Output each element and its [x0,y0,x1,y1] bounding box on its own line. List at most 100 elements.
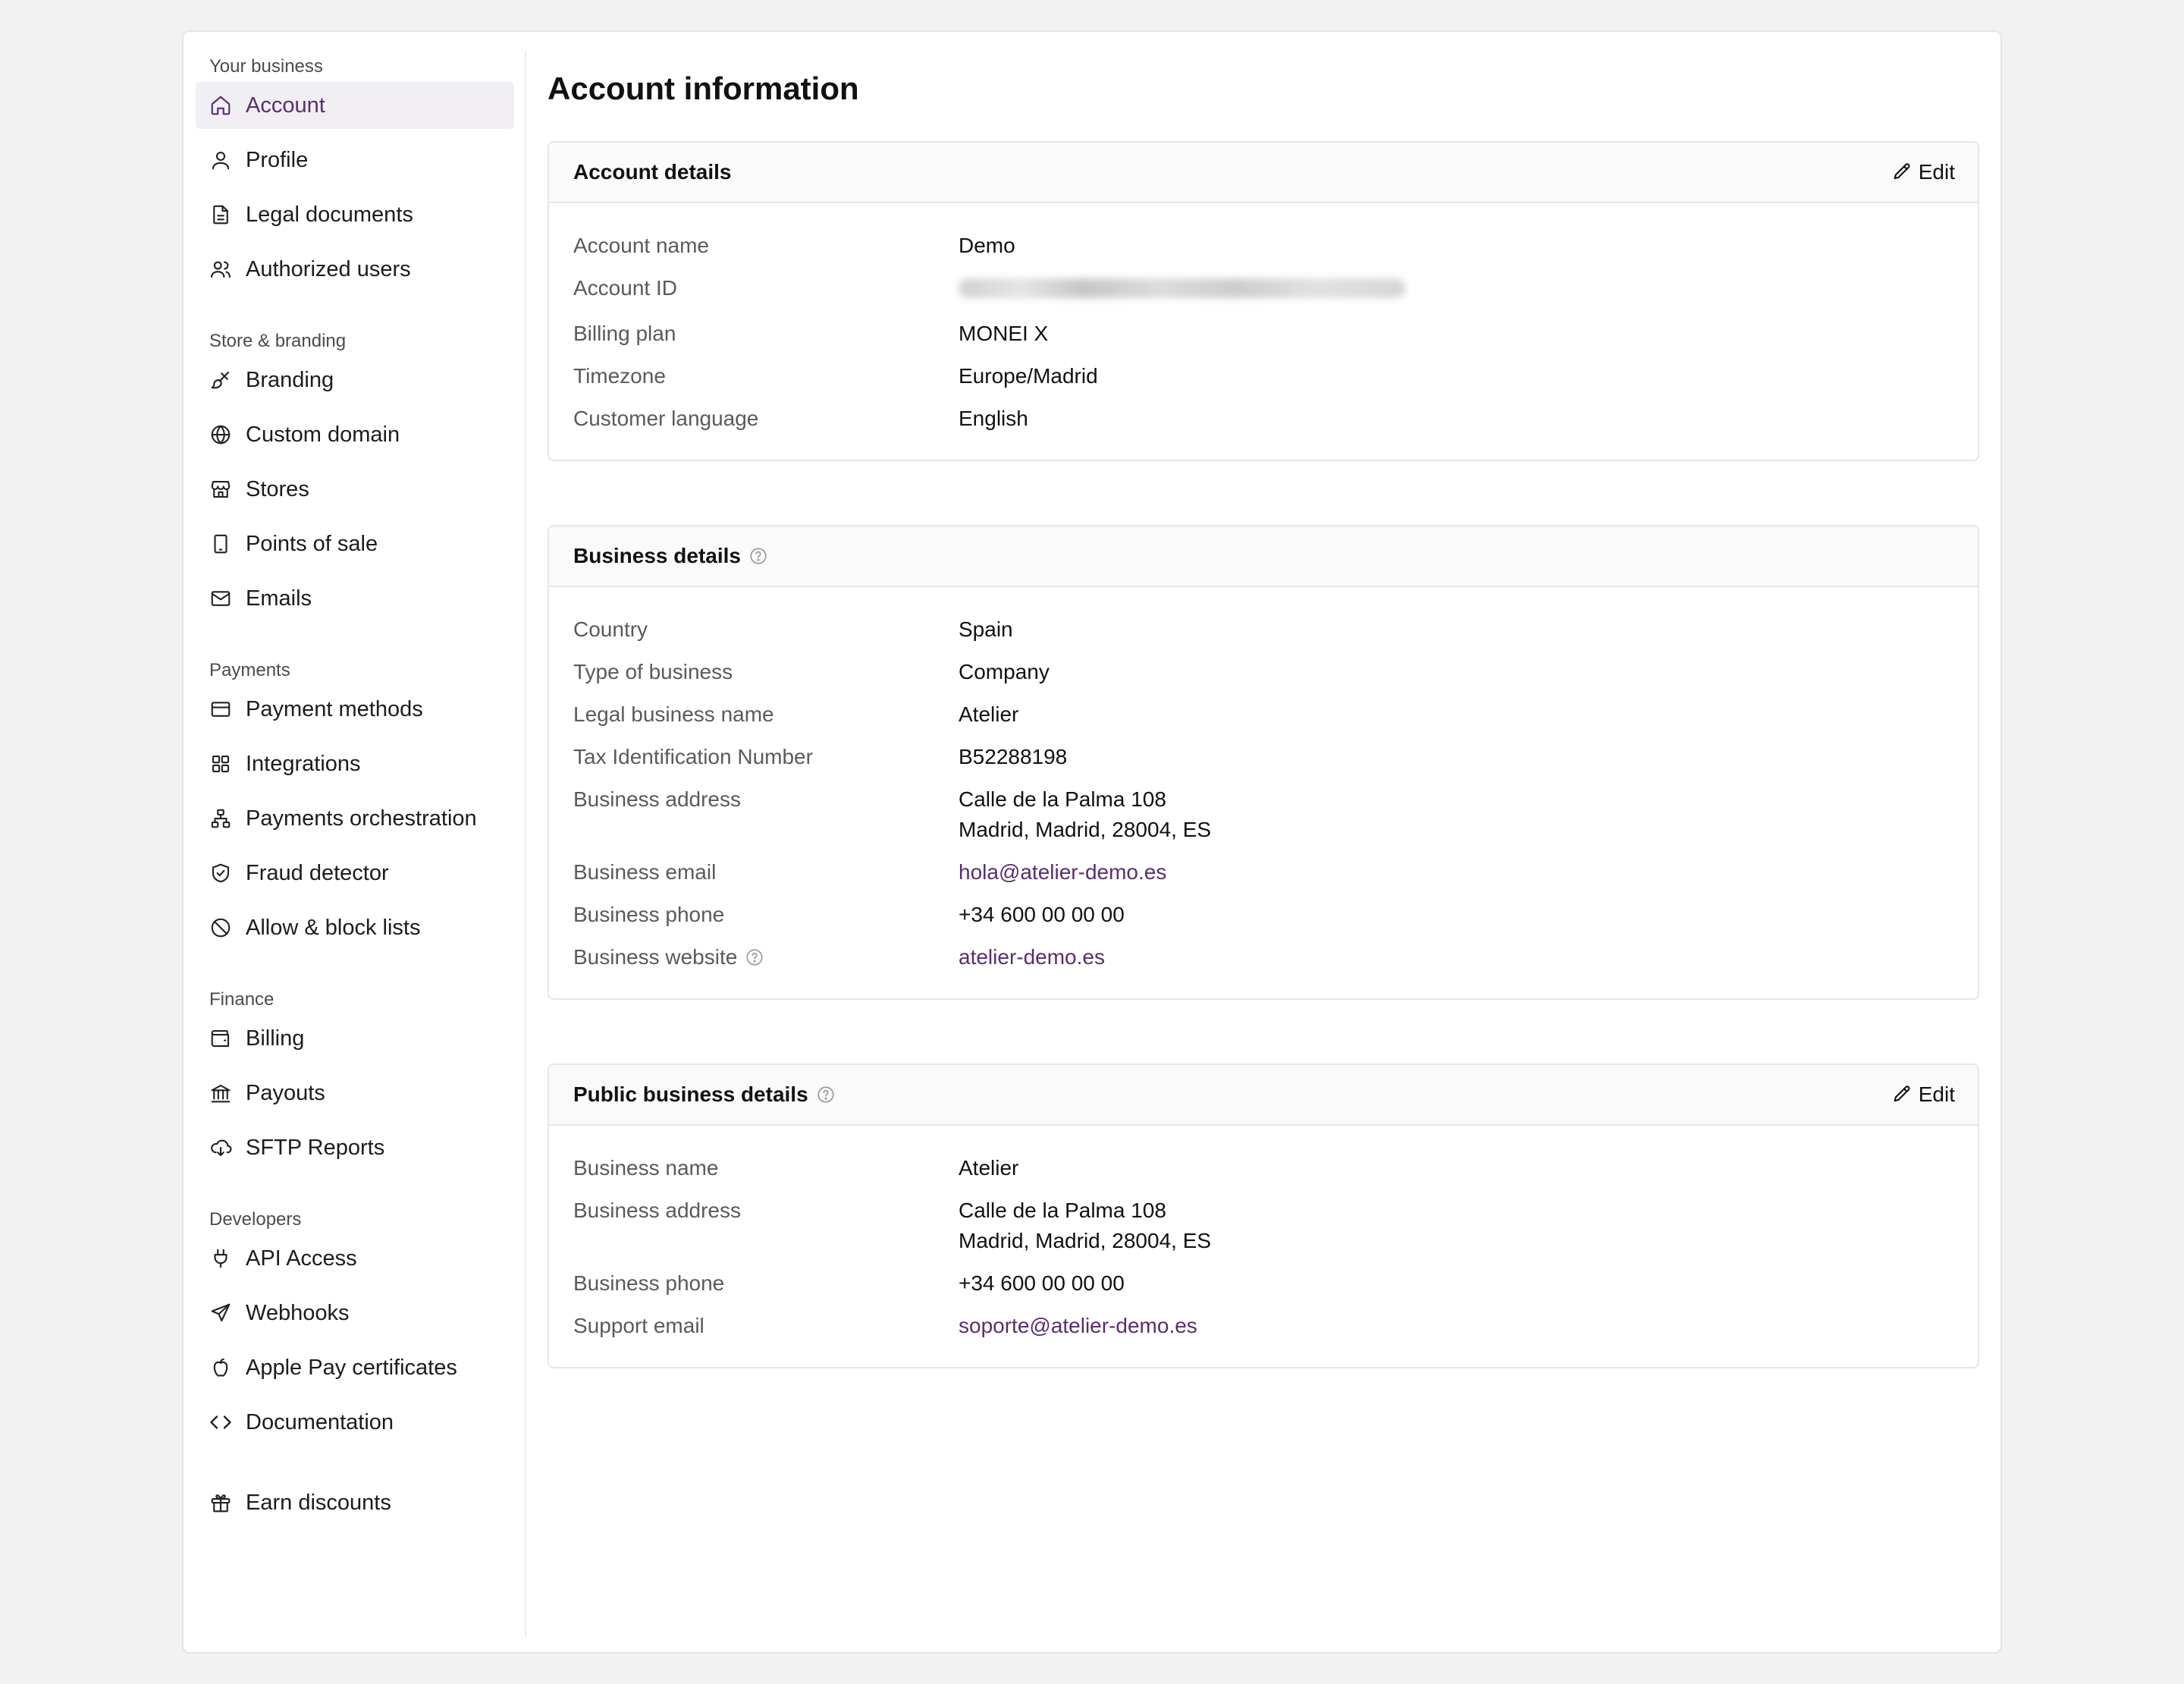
tablet-icon [209,533,232,555]
detail-row: Country Spain [573,614,1953,645]
detail-label: Billing plan [573,322,676,345]
sidebar-item-payouts[interactable]: Payouts [196,1070,514,1117]
detail-row: Timezone Europe/Madrid [573,361,1953,391]
help-circle-icon[interactable] [748,546,768,566]
detail-row: Customer language English [573,404,1953,434]
cloud-download-icon [209,1136,232,1159]
sidebar-item-webhooks[interactable]: Webhooks [196,1290,514,1337]
sidebar-item-label: Stores [246,476,309,501]
detail-row: Type of business Company [573,657,1953,687]
detail-label: Timezone [573,364,666,388]
support-email-link[interactable]: soporte@atelier-demo.es [959,1311,1197,1341]
sidebar-item-custom-domain[interactable]: Custom domain [196,411,514,458]
business-website-link[interactable]: atelier-demo.es [959,942,1105,972]
edit-account-details-button[interactable]: Edit [1891,160,1955,184]
sidebar-item-account[interactable]: Account [196,82,514,129]
sidebar-item-label: Earn discounts [246,1490,391,1515]
detail-label: Type of business [573,660,733,683]
nav-section-finance: Finance Billing Payouts SFTP Reports [196,985,514,1171]
detail-label: Account name [573,234,709,257]
page-title: Account information [548,71,859,106]
grid-icon [209,752,232,775]
nav-section-store-branding: Store & branding Branding Custom domain … [196,326,514,622]
sidebar-item-api-access[interactable]: API Access [196,1235,514,1282]
sidebar-item-label: SFTP Reports [246,1135,385,1160]
detail-label: Business website [573,942,959,972]
detail-value: Spain [959,617,1013,641]
help-circle-icon[interactable] [745,947,764,967]
sidebar-item-emails[interactable]: Emails [196,575,514,622]
send-icon [209,1302,232,1324]
nav-heading: Your business [209,56,323,77]
nav-section-footer: Earn discounts [196,1479,514,1526]
sidebar-item-label: API Access [246,1246,357,1271]
sidebar-item-billing[interactable]: Billing [196,1015,514,1062]
sidebar-item-label: Payments orchestration [246,806,477,831]
business-email-link[interactable]: hola@atelier-demo.es [959,857,1166,888]
bank-icon [209,1082,232,1104]
sidebar-item-payment-methods[interactable]: Payment methods [196,686,514,733]
sidebar-item-apple-pay-certificates[interactable]: Apple Pay certificates [196,1344,514,1391]
detail-row: Business name Atelier [573,1153,1953,1183]
sidebar-item-label: Authorized users [246,256,411,281]
card-header: Public business details Edit [549,1065,1978,1126]
detail-value: +34 600 00 00 00 [959,1271,1125,1295]
detail-value: Atelier [959,702,1019,726]
card-title: Account details [573,160,732,184]
detail-label: Country [573,617,648,641]
detail-label: Business phone [573,1271,725,1295]
card-title-text: Public business details [573,1082,808,1106]
store-icon [209,478,232,501]
detail-value: +34 600 00 00 00 [959,903,1125,926]
card-title-text: Business details [573,544,741,567]
detail-row: Business website atelier-demo.es [573,942,1953,972]
sidebar-item-documentation[interactable]: Documentation [196,1399,514,1446]
sidebar-item-fraud-detector[interactable]: Fraud detector [196,850,514,897]
detail-value: B52288198 [959,745,1068,768]
nav-section-payments: Payments Payment methods Integrations Pa… [196,655,514,951]
detail-label: Support email [573,1314,704,1337]
detail-row: Billing plan MONEI X [573,319,1953,349]
detail-row: Support email soporte@atelier-demo.es [573,1311,1953,1341]
sidebar-item-earn-discounts[interactable]: Earn discounts [196,1479,514,1526]
sidebar-divider [525,52,526,1637]
sidebar-item-stores[interactable]: Stores [196,466,514,513]
sidebar-item-authorized-users[interactable]: Authorized users [196,246,514,293]
wallet-icon [209,1027,232,1050]
detail-value: MONEI X [959,322,1049,345]
account-details-card: Account details Edit Account name Demo A… [548,141,1979,461]
card-body: Business name Atelier Business address C… [549,1126,1978,1367]
business-details-card: Business details Country Spain Type of b… [548,525,1979,1000]
sidebar-item-allow-block-lists[interactable]: Allow & block lists [196,904,514,951]
sidebar-item-label: Emails [246,586,312,611]
edit-public-business-details-button[interactable]: Edit [1891,1082,1955,1107]
code-icon [209,1411,232,1434]
sidebar-item-payments-orchestration[interactable]: Payments orchestration [196,795,514,842]
sidebar-item-profile[interactable]: Profile [196,137,514,184]
detail-row: Business address Calle de la Palma 108 M… [573,784,1953,845]
mail-icon [209,587,232,610]
nav-section-your-business: Your business Account Profile Legal docu… [196,52,514,293]
network-icon [209,807,232,830]
sidebar-item-integrations[interactable]: Integrations [196,740,514,787]
sidebar-item-label: Apple Pay certificates [246,1355,457,1380]
sidebar-item-points-of-sale[interactable]: Points of sale [196,520,514,567]
credit-card-icon [209,698,232,721]
address-line-1: Calle de la Palma 108 [959,787,1166,811]
sidebar-item-legal-documents[interactable]: Legal documents [196,191,514,238]
nav-heading: Payments [209,660,290,680]
paintbrush-icon [209,369,232,391]
address-line-2: Madrid, Madrid, 28004, ES [959,1229,1212,1252]
detail-label: Customer language [573,407,759,430]
detail-row: Account ID [573,273,1953,306]
detail-row: Tax Identification Number B52288198 [573,742,1953,772]
sidebar-item-label: Custom domain [246,422,400,447]
detail-row: Legal business name Atelier [573,699,1953,730]
sidebar-item-sftp-reports[interactable]: SFTP Reports [196,1124,514,1171]
sidebar-item-label: Branding [246,367,334,392]
sidebar-item-branding[interactable]: Branding [196,357,514,404]
sidebar-item-label: Integrations [246,751,361,776]
address-line-2: Madrid, Madrid, 28004, ES [959,818,1212,841]
detail-row: Business address Calle de la Palma 108 M… [573,1195,1953,1256]
help-circle-icon[interactable] [816,1085,836,1104]
